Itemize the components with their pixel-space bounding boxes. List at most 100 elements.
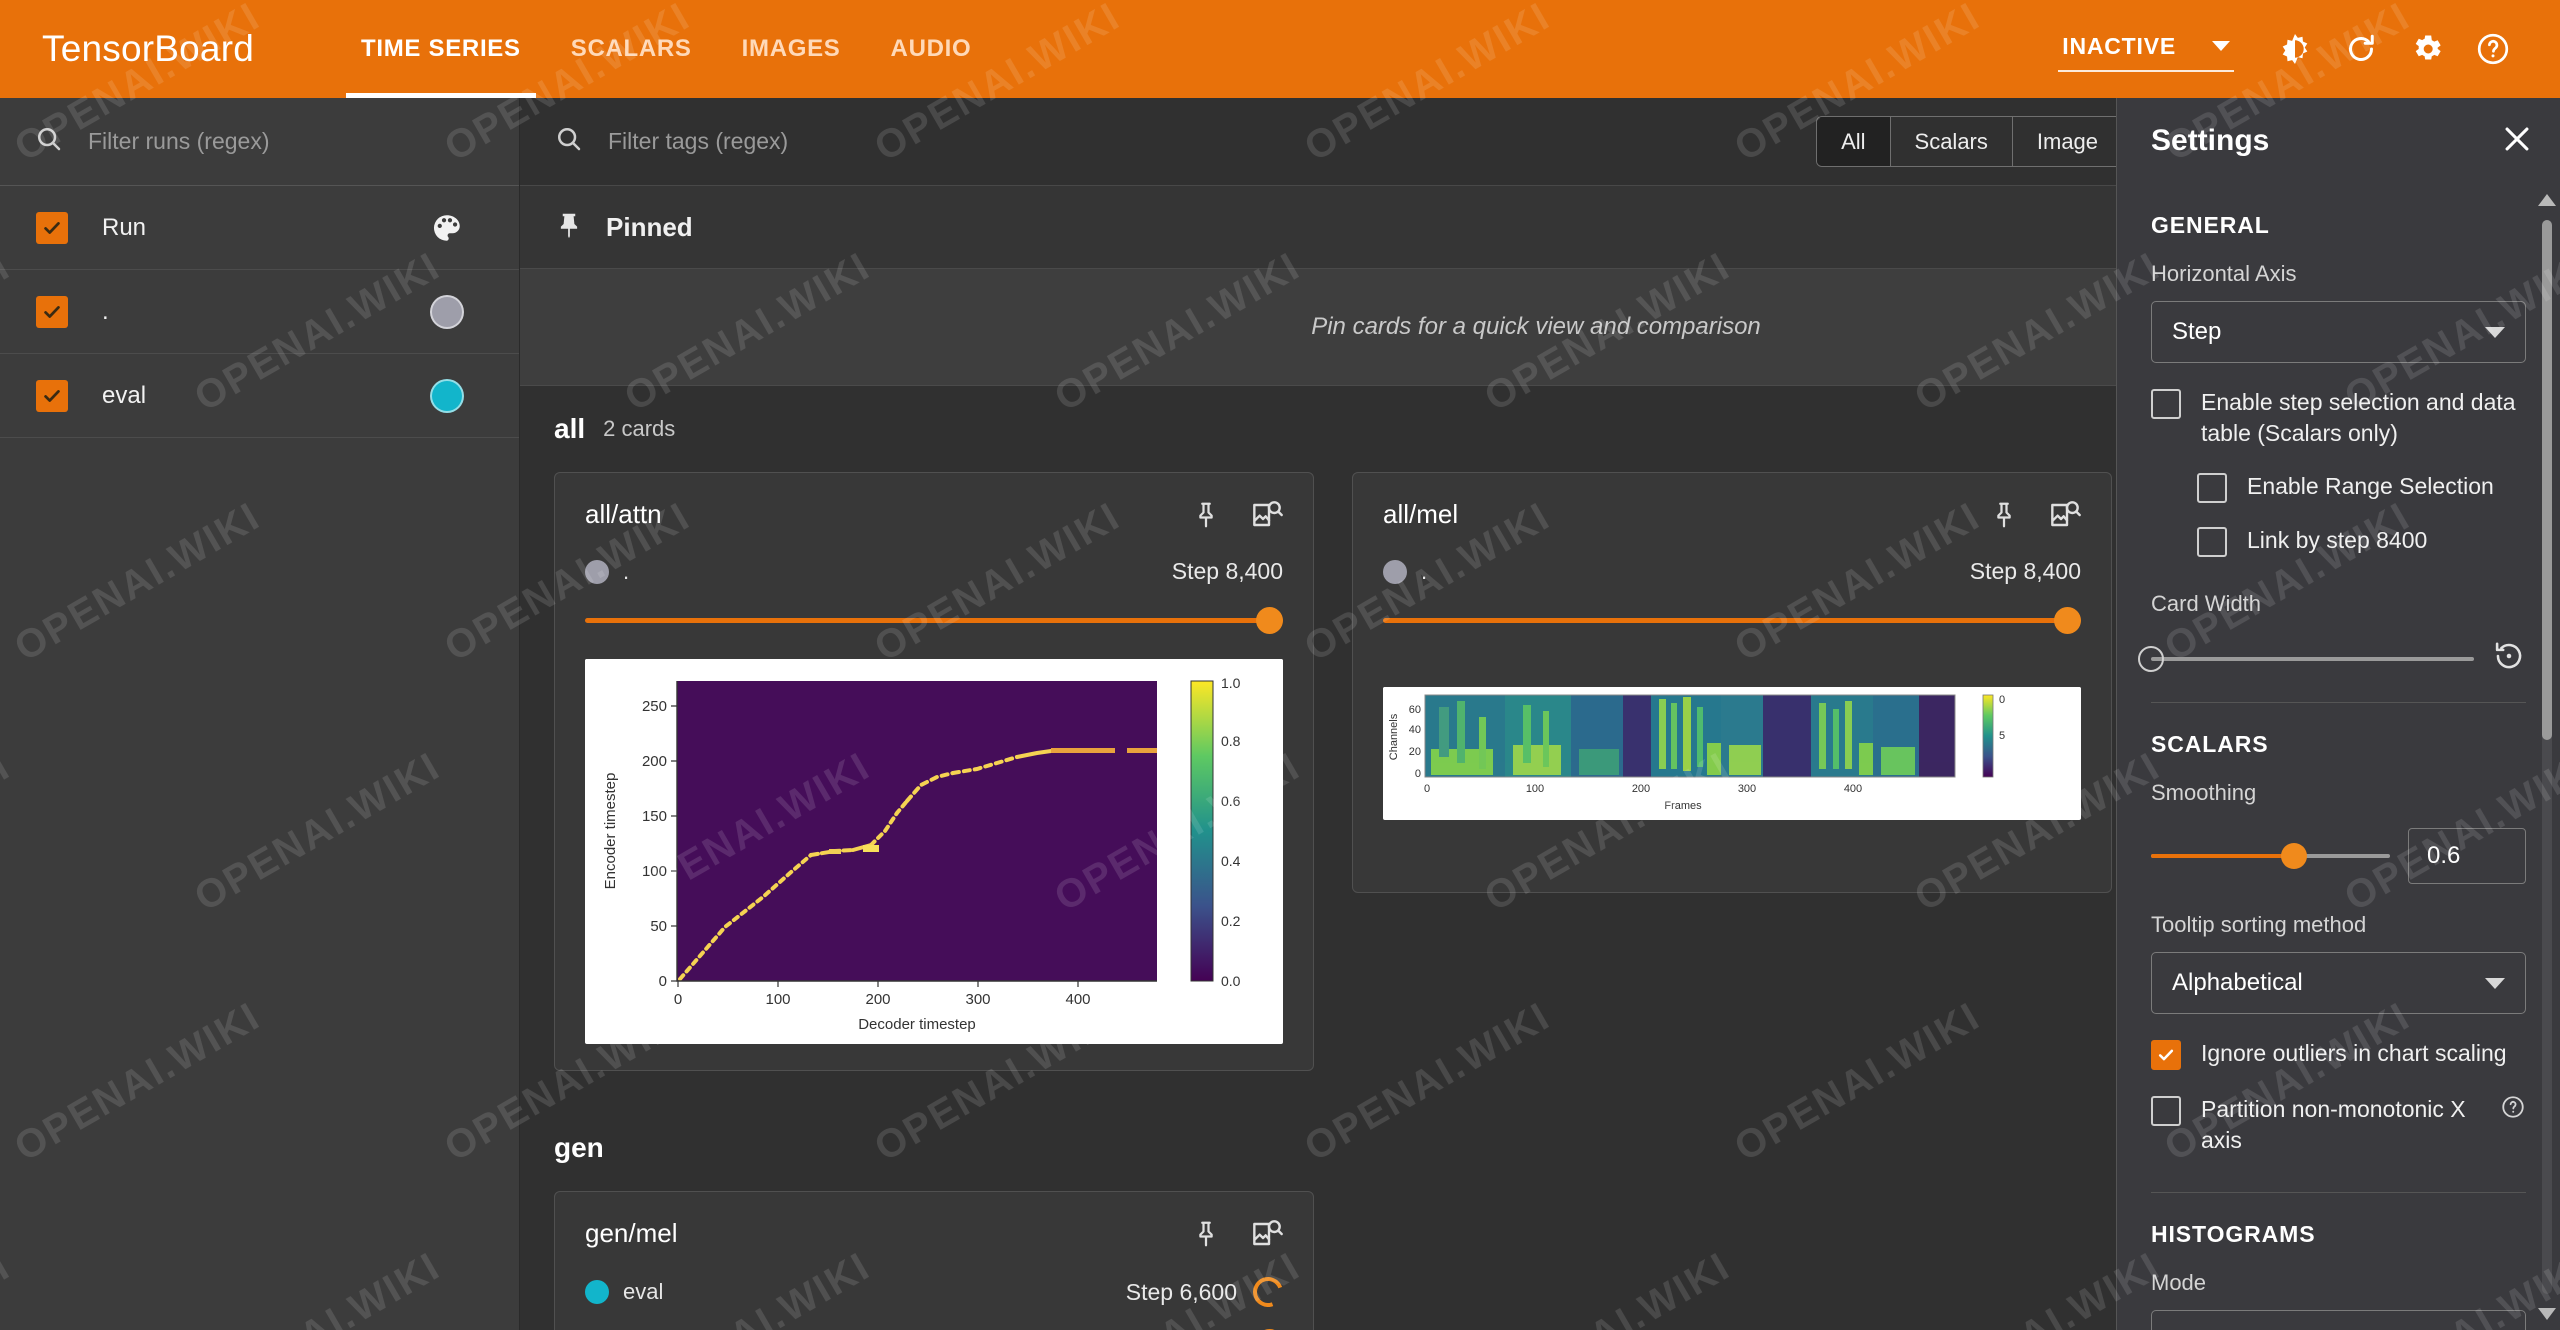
settings-panel-header: Settings: [2117, 98, 2560, 184]
pin-icon[interactable]: [1989, 500, 2019, 535]
card-run: eval: [585, 1279, 663, 1305]
card-run-label: .: [623, 558, 630, 584]
tag-filter-input[interactable]: [608, 128, 1817, 155]
run-label: .: [102, 297, 109, 325]
settings-section-general: GENERAL: [2151, 212, 2270, 238]
card-actions: [1191, 499, 1283, 536]
tab-images[interactable]: IMAGES: [717, 0, 866, 98]
svg-text:0: 0: [1424, 783, 1430, 795]
horizontal-axis-label: Horizontal Axis: [2151, 261, 2297, 286]
filter-pill-image[interactable]: Image: [2013, 116, 2124, 167]
run-color-dot[interactable]: [425, 374, 469, 418]
run-color-dot: [585, 559, 609, 584]
close-icon[interactable]: [2500, 122, 2534, 161]
svg-text:0.6: 0.6: [1221, 793, 1241, 809]
svg-text:0: 0: [1415, 768, 1421, 780]
svg-text:200: 200: [1632, 783, 1650, 795]
step-slider[interactable]: [585, 606, 1283, 634]
pinned-title: Pinned: [606, 211, 693, 242]
histogram-mode-select[interactable]: [2151, 1310, 2526, 1330]
runs-filter-input[interactable]: [88, 128, 485, 155]
tab-audio[interactable]: AUDIO: [866, 0, 997, 98]
smoothing-value-input[interactable]: 0.6: [2408, 828, 2526, 885]
ignore-outliers-checkbox[interactable]: [2151, 1040, 2181, 1071]
attention-heatmap-plot[interactable]: 0 50 100 150 200 250 0 100 200 300 400 D…: [585, 659, 1283, 1044]
svg-text:300: 300: [965, 991, 990, 1008]
app-brand: TensorBoard: [42, 28, 254, 69]
enable-step-selection-checkbox[interactable]: [2151, 389, 2181, 419]
enable-range-selection-row[interactable]: Enable Range Selection: [2197, 471, 2526, 504]
search-icon: [34, 124, 64, 159]
reload-icon[interactable]: [2328, 16, 2394, 82]
card-width-label: Card Width: [2151, 591, 2262, 617]
slider-knob[interactable]: [1256, 606, 1283, 634]
svg-text:60: 60: [1409, 704, 1421, 716]
card-width-knob[interactable]: [2138, 645, 2164, 672]
group-title: all: [554, 413, 586, 444]
mel-spectrogram-plot[interactable]: 0 20 40 60 0 100 200 300 400 Frames Chan…: [1383, 687, 2081, 820]
tab-time-series[interactable]: TIME SERIES: [336, 0, 546, 98]
settings-scrollbar-thumb[interactable]: [2542, 220, 2552, 740]
card-width-slider-row: [2138, 639, 2526, 678]
card-header: all/attn: [585, 499, 1283, 536]
run-checkbox[interactable]: [36, 211, 68, 244]
horizontal-axis-select[interactable]: Step: [2151, 301, 2526, 363]
smoothing-slider[interactable]: [2151, 843, 2390, 870]
sidebar-run-row-eval[interactable]: eval: [0, 354, 519, 438]
settings-panel-title: Settings: [2151, 124, 2270, 157]
svg-text:0: 0: [659, 973, 667, 990]
pin-icon[interactable]: [1191, 1219, 1221, 1254]
ignore-outliers-row[interactable]: Ignore outliers in chart scaling: [2151, 1038, 2526, 1071]
step-slider[interactable]: [1383, 606, 2081, 634]
enable-step-selection-row[interactable]: Enable step selection and data table (Sc…: [2151, 387, 2526, 449]
tensorboard-app: TensorBoard TIME SERIES SCALARS IMAGES A…: [0, 0, 2560, 1330]
image-zoom-icon[interactable]: [1251, 1218, 1283, 1255]
restore-icon[interactable]: [2492, 639, 2526, 678]
settings-panel: Settings GENERAL Horizontal Axis Step En…: [2116, 98, 2560, 1330]
partition-nonmonotonic-checkbox[interactable]: [2151, 1096, 2181, 1127]
tooltip-sorting-value: Alphabetical: [2172, 969, 2303, 997]
card-gen-mel: gen/mel eval Step 6,600: [554, 1191, 1314, 1330]
run-label: eval: [102, 381, 147, 409]
run-checkbox[interactable]: [36, 295, 68, 328]
brightness-icon[interactable]: [2262, 16, 2328, 82]
image-zoom-icon[interactable]: [2049, 499, 2081, 536]
svg-text:0.4: 0.4: [1221, 853, 1241, 869]
scroll-down-arrow-icon[interactable]: [2538, 1308, 2556, 1320]
tooltip-sorting-select[interactable]: Alphabetical: [2151, 952, 2526, 1015]
run-checkbox[interactable]: [36, 379, 68, 412]
slider-knob[interactable]: [2054, 606, 2081, 634]
reload-status-label: INACTIVE: [2062, 32, 2176, 59]
partition-nonmonotonic-row[interactable]: Partition non-monotonic X axis: [2151, 1094, 2526, 1156]
svg-text:Decoder timestep: Decoder timestep: [858, 1016, 976, 1033]
reload-status-selector[interactable]: INACTIVE: [2058, 27, 2234, 72]
link-by-step-checkbox[interactable]: [2197, 527, 2227, 558]
enable-range-selection-checkbox[interactable]: [2197, 473, 2227, 504]
svg-text:400: 400: [1065, 991, 1090, 1008]
palette-icon[interactable]: [425, 206, 469, 250]
run-color-dot[interactable]: [425, 290, 469, 334]
settings-scrollbar[interactable]: [2538, 194, 2556, 1320]
scroll-up-arrow-icon[interactable]: [2538, 194, 2556, 206]
pin-icon[interactable]: [1191, 500, 1221, 535]
card-run: .: [1383, 559, 1427, 585]
filter-pill-scalars[interactable]: Scalars: [1891, 116, 2013, 167]
filter-pill-all[interactable]: All: [1817, 116, 1891, 167]
run-color-dot: [1383, 559, 1407, 584]
help-icon[interactable]: [2500, 1094, 2526, 1120]
sidebar-run-row-dot[interactable]: .: [0, 270, 519, 354]
card-width-slider[interactable]: [2138, 645, 2474, 672]
partition-nonmonotonic-label: Partition non-monotonic X axis: [2201, 1096, 2466, 1154]
main-area: All Scalars Image Histogram Settings: [520, 98, 2560, 1330]
smoothing-label: Smoothing: [2151, 780, 2257, 806]
image-zoom-icon[interactable]: [1251, 499, 1283, 536]
svg-text:5: 5: [1999, 730, 2005, 742]
help-icon[interactable]: [2460, 16, 2526, 82]
gear-icon[interactable]: [2394, 16, 2460, 82]
card-meta: . Step 8,400: [585, 558, 1283, 585]
tab-scalars[interactable]: SCALARS: [546, 0, 717, 98]
smoothing-knob[interactable]: [2281, 843, 2308, 870]
svg-text:Channels: Channels: [1388, 713, 1400, 760]
sidebar-run-row-run[interactable]: Run: [0, 186, 519, 270]
link-by-step-row[interactable]: Link by step 8400: [2197, 525, 2526, 558]
